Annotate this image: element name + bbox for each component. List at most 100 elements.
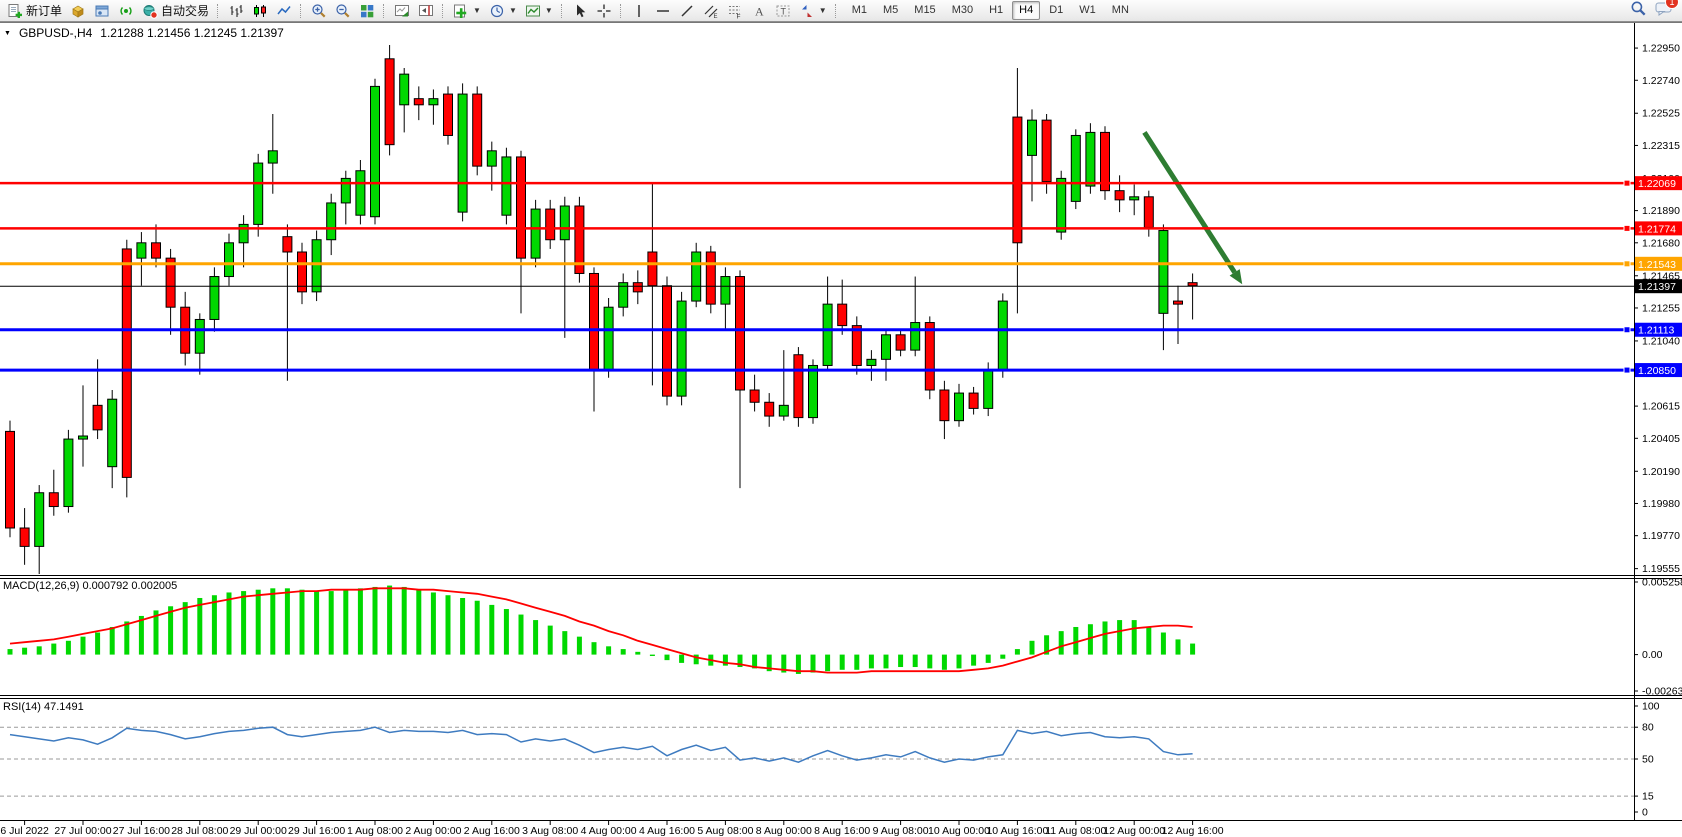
macd-label: MACD(12,26,9) 0.000792 0.002005 — [3, 580, 177, 592]
vertical-line-button[interactable] — [627, 0, 651, 22]
svg-text:8 Aug 00:00: 8 Aug 00:00 — [756, 825, 812, 837]
chart-shift-icon — [418, 3, 434, 19]
svg-text:0.00: 0.00 — [1642, 649, 1663, 661]
timeframe-H1[interactable]: H1 — [982, 1, 1010, 20]
svg-text:1 Aug 08:00: 1 Aug 08:00 — [347, 825, 403, 837]
candlestick-chart-button[interactable] — [248, 0, 272, 22]
new-chart-icon — [70, 3, 86, 19]
timeframe-MN[interactable]: MN — [1105, 1, 1136, 20]
auto-scroll-button[interactable] — [390, 0, 414, 22]
horizontal-lines[interactable]: 1.220691.217741.215431.211131.208501.213… — [0, 176, 1682, 377]
svg-text:0: 0 — [1642, 807, 1648, 819]
text-label-button[interactable]: T — [771, 0, 795, 22]
svg-text:15: 15 — [1642, 791, 1654, 803]
chevron-down-icon: ▼ — [545, 6, 553, 15]
svg-text:1.22069: 1.22069 — [1638, 178, 1676, 190]
crosshair-button[interactable] — [592, 0, 616, 22]
svg-text:28 Jul 08:00: 28 Jul 08:00 — [171, 825, 228, 837]
toolbar-grip — [300, 4, 303, 18]
arrows-icon — [799, 3, 815, 19]
new-order-button[interactable]: 新订单 — [3, 0, 66, 22]
line-chart-button[interactable] — [272, 0, 296, 22]
arrows-button[interactable]: ▼ — [795, 0, 831, 22]
chat-badge: 1 — [1665, 0, 1679, 9]
timeframe-M5[interactable]: M5 — [876, 1, 905, 20]
svg-text:1.19770: 1.19770 — [1642, 530, 1680, 542]
search-icon[interactable] — [1630, 0, 1647, 22]
templates-button[interactable]: ▼ — [521, 0, 557, 22]
svg-text:1.21113: 1.21113 — [1638, 325, 1675, 337]
svg-text:1.22740: 1.22740 — [1642, 75, 1680, 87]
new-order-icon — [7, 3, 23, 19]
indicators-button[interactable]: ▼ — [449, 0, 485, 22]
text-label-icon: T — [775, 3, 791, 19]
toolbar-grip — [383, 4, 386, 18]
text-button[interactable]: A — [747, 0, 771, 22]
chevron-down-icon: ▼ — [819, 6, 827, 15]
svg-text:27 Jul 00:00: 27 Jul 00:00 — [54, 825, 111, 837]
new-chart-button[interactable] — [66, 0, 90, 22]
vertical-line-icon — [631, 3, 647, 19]
toolbar-grip — [561, 4, 564, 18]
timeframe-D1[interactable]: D1 — [1042, 1, 1070, 20]
svg-text:1.20615: 1.20615 — [1642, 401, 1680, 413]
chart-surface[interactable]: 1.229501.227401.225251.223151.221001.218… — [0, 22, 1682, 837]
chart-title: ▼ GBPUSD-,H4 1.21288 1.21456 1.21245 1.2… — [4, 26, 284, 40]
chat-icon[interactable]: 1 — [1655, 0, 1673, 21]
trend-arrow[interactable] — [1144, 132, 1234, 272]
svg-text:3 Aug 08:00: 3 Aug 08:00 — [522, 825, 578, 837]
svg-text:1.20850: 1.20850 — [1638, 365, 1676, 377]
bar-chart-button[interactable] — [224, 0, 248, 22]
timeframe-W1[interactable]: W1 — [1072, 1, 1103, 20]
cursor-button[interactable] — [568, 0, 592, 22]
svg-text:E: E — [713, 14, 717, 19]
trendline-icon — [679, 3, 695, 19]
window-menu-icon[interactable]: ▼ — [4, 30, 11, 37]
fibonacci-button[interactable]: F — [723, 0, 747, 22]
profiles-icon — [94, 3, 110, 19]
svg-text:11 Aug 08:00: 11 Aug 08:00 — [1045, 825, 1106, 837]
fibonacci-icon: F — [727, 3, 743, 19]
horizontal-line-button[interactable] — [651, 0, 675, 22]
timeframe-M1[interactable]: M1 — [845, 1, 874, 20]
price-axis[interactable]: 1.229501.227401.225251.223151.221001.218… — [1634, 43, 1682, 819]
profiles-button[interactable] — [90, 0, 114, 22]
timeframe-M15[interactable]: M15 — [907, 1, 942, 20]
zoom-out-icon — [335, 3, 351, 19]
candles — [6, 45, 1198, 574]
auto-scroll-icon — [394, 3, 410, 19]
equidistant-channel-button[interactable]: E — [699, 0, 723, 22]
trendline-button[interactable] — [675, 0, 699, 22]
svg-text:10 Aug 16:00: 10 Aug 16:00 — [986, 825, 1048, 837]
toolbar-grip — [620, 4, 623, 18]
svg-text:-0.002636: -0.002636 — [1642, 686, 1682, 698]
text-icon: A — [751, 3, 767, 19]
rsi-label: RSI(14) 47.1491 — [3, 701, 84, 713]
timeframe-H4[interactable]: H4 — [1012, 1, 1040, 20]
symbol-period-label: GBPUSD-,H4 — [19, 26, 92, 40]
svg-text:1.19980: 1.19980 — [1642, 498, 1680, 510]
ohlc-values: 1.21288 1.21456 1.21245 1.21397 — [100, 26, 284, 40]
zoom-in-icon — [311, 3, 327, 19]
equidistant-channel-icon: E — [703, 3, 719, 19]
svg-text:1.21040: 1.21040 — [1642, 335, 1680, 347]
tile-windows-button[interactable] — [355, 0, 379, 22]
svg-text:12 Aug 16:00: 12 Aug 16:00 — [1162, 825, 1224, 837]
svg-text:80: 80 — [1642, 722, 1654, 734]
autotrade-button[interactable]: 自动交易 — [138, 0, 213, 22]
time-axis[interactable]: 6 Jul 202227 Jul 00:0027 Jul 16:0028 Jul… — [0, 821, 1223, 837]
candlestick-chart-icon — [252, 3, 268, 19]
periods-button[interactable]: ▼ — [485, 0, 521, 22]
autotrade-icon — [142, 3, 158, 19]
signals-button[interactable] — [114, 0, 138, 22]
rsi-panel — [0, 727, 1634, 796]
svg-text:100: 100 — [1642, 701, 1660, 713]
chart-shift-button[interactable] — [414, 0, 438, 22]
macd-panel — [8, 586, 1196, 674]
svg-text:1.21255: 1.21255 — [1642, 302, 1680, 314]
svg-text:T: T — [780, 6, 786, 16]
zoom-out-button[interactable] — [331, 0, 355, 22]
timeframe-M30[interactable]: M30 — [945, 1, 980, 20]
timeframe-group: M1M5M15M30H1H4D1W1MN — [844, 1, 1137, 20]
zoom-in-button[interactable] — [307, 0, 331, 22]
